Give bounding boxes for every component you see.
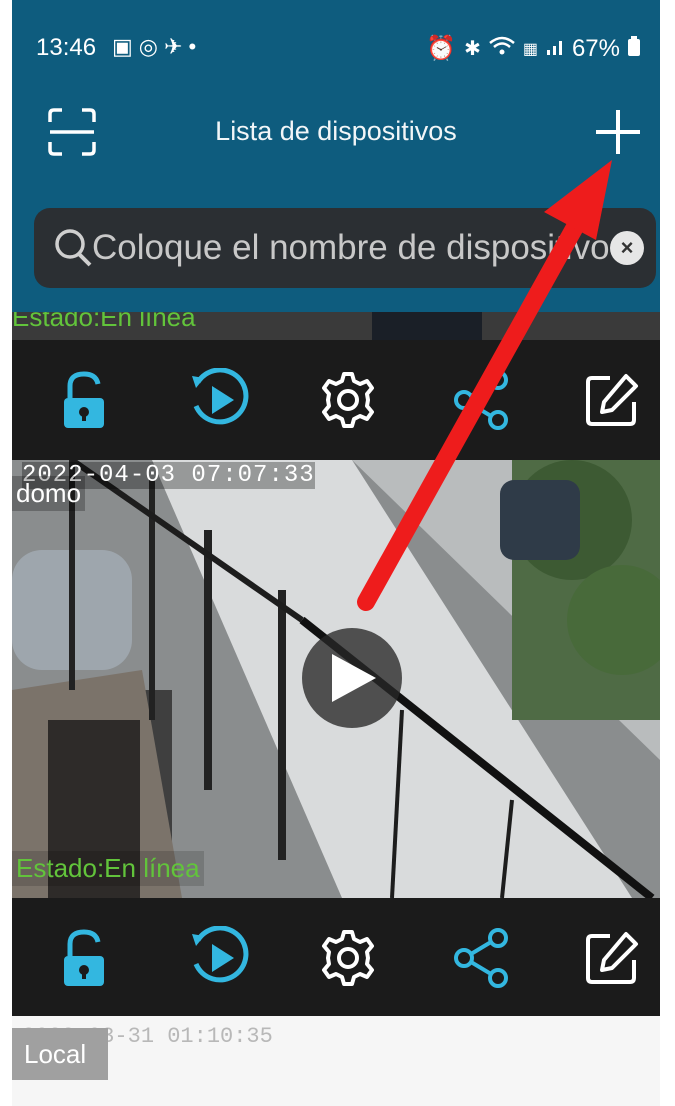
device-toolbar-1 <box>12 340 660 460</box>
page-title: Lista de dispositivos <box>215 116 457 146</box>
battery-icon <box>628 35 640 63</box>
play-button[interactable] <box>302 628 402 728</box>
share-button[interactable] <box>444 362 520 438</box>
camera-preview-3[interactable]: 2022-03-31 01:10:35 Local <box>12 1016 660 1106</box>
unlock-button[interactable] <box>48 920 124 996</box>
search-input[interactable] <box>92 222 612 274</box>
playback-icon <box>192 368 249 425</box>
status-time: 13:46 <box>36 34 97 61</box>
bluetooth-icon: ✱ <box>464 38 481 60</box>
notification-icons: ▣◎✈• <box>112 34 202 60</box>
search-icon <box>55 229 92 267</box>
unlock-button[interactable] <box>48 362 124 438</box>
system-status-icons: ⏰ ✱ ▦ 67% <box>426 34 640 63</box>
device-name: domo <box>12 476 86 511</box>
lte-icon: ▦ <box>522 40 538 58</box>
edit-button[interactable] <box>574 362 650 438</box>
play-icon <box>332 654 376 702</box>
edit-icon <box>586 932 638 984</box>
add-device-button[interactable] <box>590 104 646 160</box>
edit-icon <box>586 374 638 426</box>
unlock-icon <box>64 371 104 428</box>
bird-icon: ✈ <box>164 34 189 59</box>
search-bar: × <box>34 208 656 288</box>
instagram-icon: ◎ <box>138 34 164 59</box>
unlock-icon <box>64 929 104 986</box>
playback-button[interactable] <box>182 362 258 438</box>
playback-button[interactable] <box>182 920 258 996</box>
preview-fragment <box>372 312 482 340</box>
camera-preview-2[interactable]: 2022-04-03 07:07:33 domo Estado:En línea <box>12 460 660 898</box>
playback-icon <box>192 926 249 983</box>
dot-icon: • <box>188 34 203 59</box>
device-status: Estado:En línea <box>12 851 204 886</box>
device-list-screen: 13:46 ▣◎✈• ⏰ ✱ ▦ 67% Lista de dispositiv… <box>12 0 660 1106</box>
share-button[interactable] <box>444 920 520 996</box>
edit-button[interactable] <box>574 920 650 996</box>
signal-icon <box>546 35 564 63</box>
status-bar: 13:46 ▣◎✈• ⏰ ✱ ▦ 67% <box>12 28 660 68</box>
battery-level: 67% <box>571 34 620 62</box>
clear-search-button[interactable]: × <box>610 231 644 265</box>
camera-preview-1[interactable]: Estado:En línea <box>12 312 660 340</box>
share-icon <box>454 370 508 430</box>
device-status: Estado:En línea <box>12 312 196 332</box>
title-row: Lista de dispositivos <box>12 100 660 164</box>
settings-icon <box>322 372 374 428</box>
alarm-icon: ⏰ <box>426 35 457 62</box>
device-name: Local <box>12 1028 108 1080</box>
share-icon <box>454 928 508 988</box>
settings-button[interactable] <box>310 362 386 438</box>
plus-icon <box>596 110 640 154</box>
settings-button[interactable] <box>310 920 386 996</box>
gallery-icon: ▣ <box>112 34 139 59</box>
wifi-icon <box>489 35 515 63</box>
app-header: 13:46 ▣◎✈• ⏰ ✱ ▦ 67% Lista de dispositiv… <box>12 0 660 312</box>
settings-icon <box>322 930 374 986</box>
device-toolbar-2 <box>12 898 660 1018</box>
